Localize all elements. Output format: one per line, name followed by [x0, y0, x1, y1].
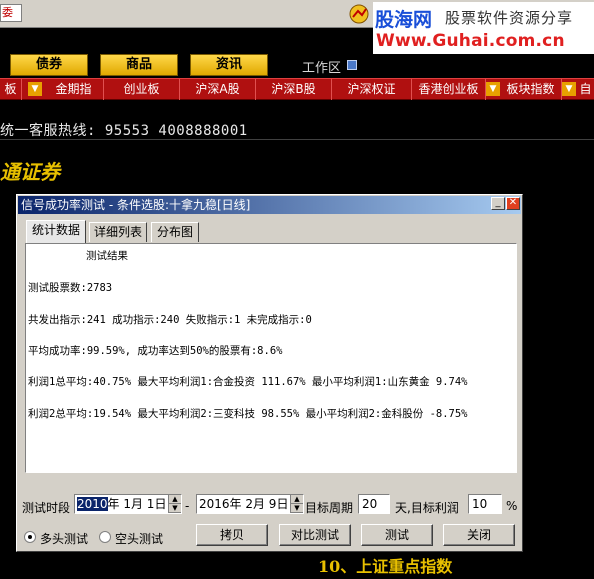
dialog-title[interactable]: 信号成功率测试 - 条件选股:十拿九稳[日线] — [18, 196, 521, 214]
tab-dropdown-icon[interactable]: ▼ — [562, 82, 576, 96]
minimize-icon[interactable]: _ — [491, 197, 505, 210]
divider — [0, 139, 594, 140]
tab-dropdown-icon[interactable]: ▼ — [28, 82, 42, 96]
results-line: 测试股票数:2783 — [28, 282, 113, 294]
spin-down-icon[interactable]: ▼ — [169, 504, 181, 513]
workarea-dropdown-icon[interactable] — [347, 60, 357, 70]
signal-test-dialog: 信号成功率测试 - 条件选股:十拿九稳[日线] _ ✕ 统计数据 详细列表 分布… — [16, 194, 523, 552]
spin-down-icon[interactable]: ▼ — [291, 504, 303, 513]
start-date-rest: 年 1月 1日 — [107, 497, 167, 511]
category-news-button[interactable]: 资讯 — [190, 54, 268, 76]
test-button[interactable]: 测试 — [361, 524, 433, 546]
tab-dropdown-icon[interactable]: ▼ — [486, 82, 500, 96]
results-line: 平均成功率:99.59%, 成功率达到50%的股票有:8.6% — [28, 345, 283, 357]
target-profit-label: 天,目标利润 — [395, 501, 459, 515]
site-slogan: 股票软件资源分享 — [445, 9, 574, 27]
short-test-radio[interactable] — [99, 531, 111, 543]
market-tab-bar: 板 ▼ 金期指 创业板 沪深A股 沪深B股 沪深权证 香港创业板 ▼ 板块指数 … — [0, 78, 594, 100]
long-test-label[interactable]: 多头测试 — [40, 530, 88, 547]
end-date-spinner[interactable]: ▲ ▼ — [290, 495, 303, 513]
tab-warrants[interactable]: 沪深权证 — [332, 79, 412, 100]
close-icon[interactable]: ✕ — [506, 197, 520, 210]
site-url: Www.Guhai.com.cn — [376, 31, 565, 51]
results-heading: 测试结果 — [86, 250, 128, 262]
results-panel[interactable]: 测试结果 测试股票数:2783 共发出指示:241 成功指示:240 失败指示:… — [25, 243, 517, 473]
end-date-picker[interactable]: 2016年 2月 9日 ▲ ▼ — [196, 494, 304, 514]
copy-button[interactable]: 拷贝 — [196, 524, 268, 546]
workarea-label[interactable]: 工作区 — [302, 57, 341, 76]
start-date-spinner[interactable]: ▲ ▼ — [168, 495, 181, 513]
compare-test-button[interactable]: 对比测试 — [279, 524, 351, 546]
spin-up-icon[interactable]: ▲ — [169, 495, 181, 504]
tab-a-shares[interactable]: 沪深A股 — [180, 79, 256, 100]
tab-statistics[interactable]: 统计数据 — [26, 220, 86, 243]
close-button[interactable]: 关闭 — [443, 524, 515, 546]
category-commodities-button[interactable]: 商品 — [100, 54, 178, 76]
target-profit-input[interactable]: 10 — [468, 494, 502, 514]
category-bonds-button[interactable]: 债券 — [10, 54, 88, 76]
tab-gold-futures[interactable]: 金期指 — [44, 79, 104, 100]
short-test-label[interactable]: 空头测试 — [115, 530, 163, 547]
end-date: 2016年 2月 9日 — [199, 497, 289, 511]
target-period-input[interactable]: 20 — [358, 494, 390, 514]
results-line: 利润2总平均:19.54% 最大平均利润2:三变科技 98.55% 最小平均利润… — [28, 408, 468, 420]
start-year[interactable]: 2010 — [77, 497, 108, 511]
target-period-label: 目标周期 — [305, 501, 354, 515]
tab-b-shares[interactable]: 沪深B股 — [256, 79, 332, 100]
spin-up-icon[interactable]: ▲ — [291, 495, 303, 504]
entrust-button[interactable]: 委托 — [0, 4, 22, 22]
results-line: 共发出指示:241 成功指示:240 失败指示:1 未完成指示:0 — [28, 314, 312, 326]
long-test-radio[interactable] — [24, 531, 36, 543]
start-date-picker[interactable]: 2010年 1月 1日 ▲ ▼ — [74, 494, 182, 514]
toolbar-logo-icon[interactable] — [345, 3, 373, 25]
tab-detail-list[interactable]: 详细列表 — [89, 222, 147, 242]
site-banner: 股海网 股票软件资源分享 Www.Guhai.com.cn — [373, 2, 594, 54]
tab-hk-gem[interactable]: 香港创业板 — [412, 79, 486, 100]
tab-board[interactable]: 板 — [0, 79, 22, 100]
tab-more[interactable]: 自 — [577, 79, 594, 100]
date-separator: - — [185, 499, 190, 513]
site-name: 股海网 — [375, 9, 433, 31]
percent-label: % — [506, 499, 518, 513]
tab-chinext[interactable]: 创业板 — [104, 79, 180, 100]
background-headline: 10、上证重点指数 — [318, 557, 453, 576]
broker-brand: 通证券 — [0, 160, 60, 184]
service-hotline: 统一客服热线: 95553 4008888001 — [0, 123, 248, 139]
tab-sector-index[interactable]: 板块指数 — [500, 79, 562, 100]
period-label: 测试时段 — [22, 501, 71, 515]
dialog-title-text: 信号成功率测试 - 条件选股:十拿九稳[日线] — [21, 198, 251, 212]
results-line: 利润1总平均:40.75% 最大平均利润1:合金投资 111.67% 最小平均利… — [28, 376, 468, 388]
tab-distribution[interactable]: 分布图 — [151, 222, 199, 242]
